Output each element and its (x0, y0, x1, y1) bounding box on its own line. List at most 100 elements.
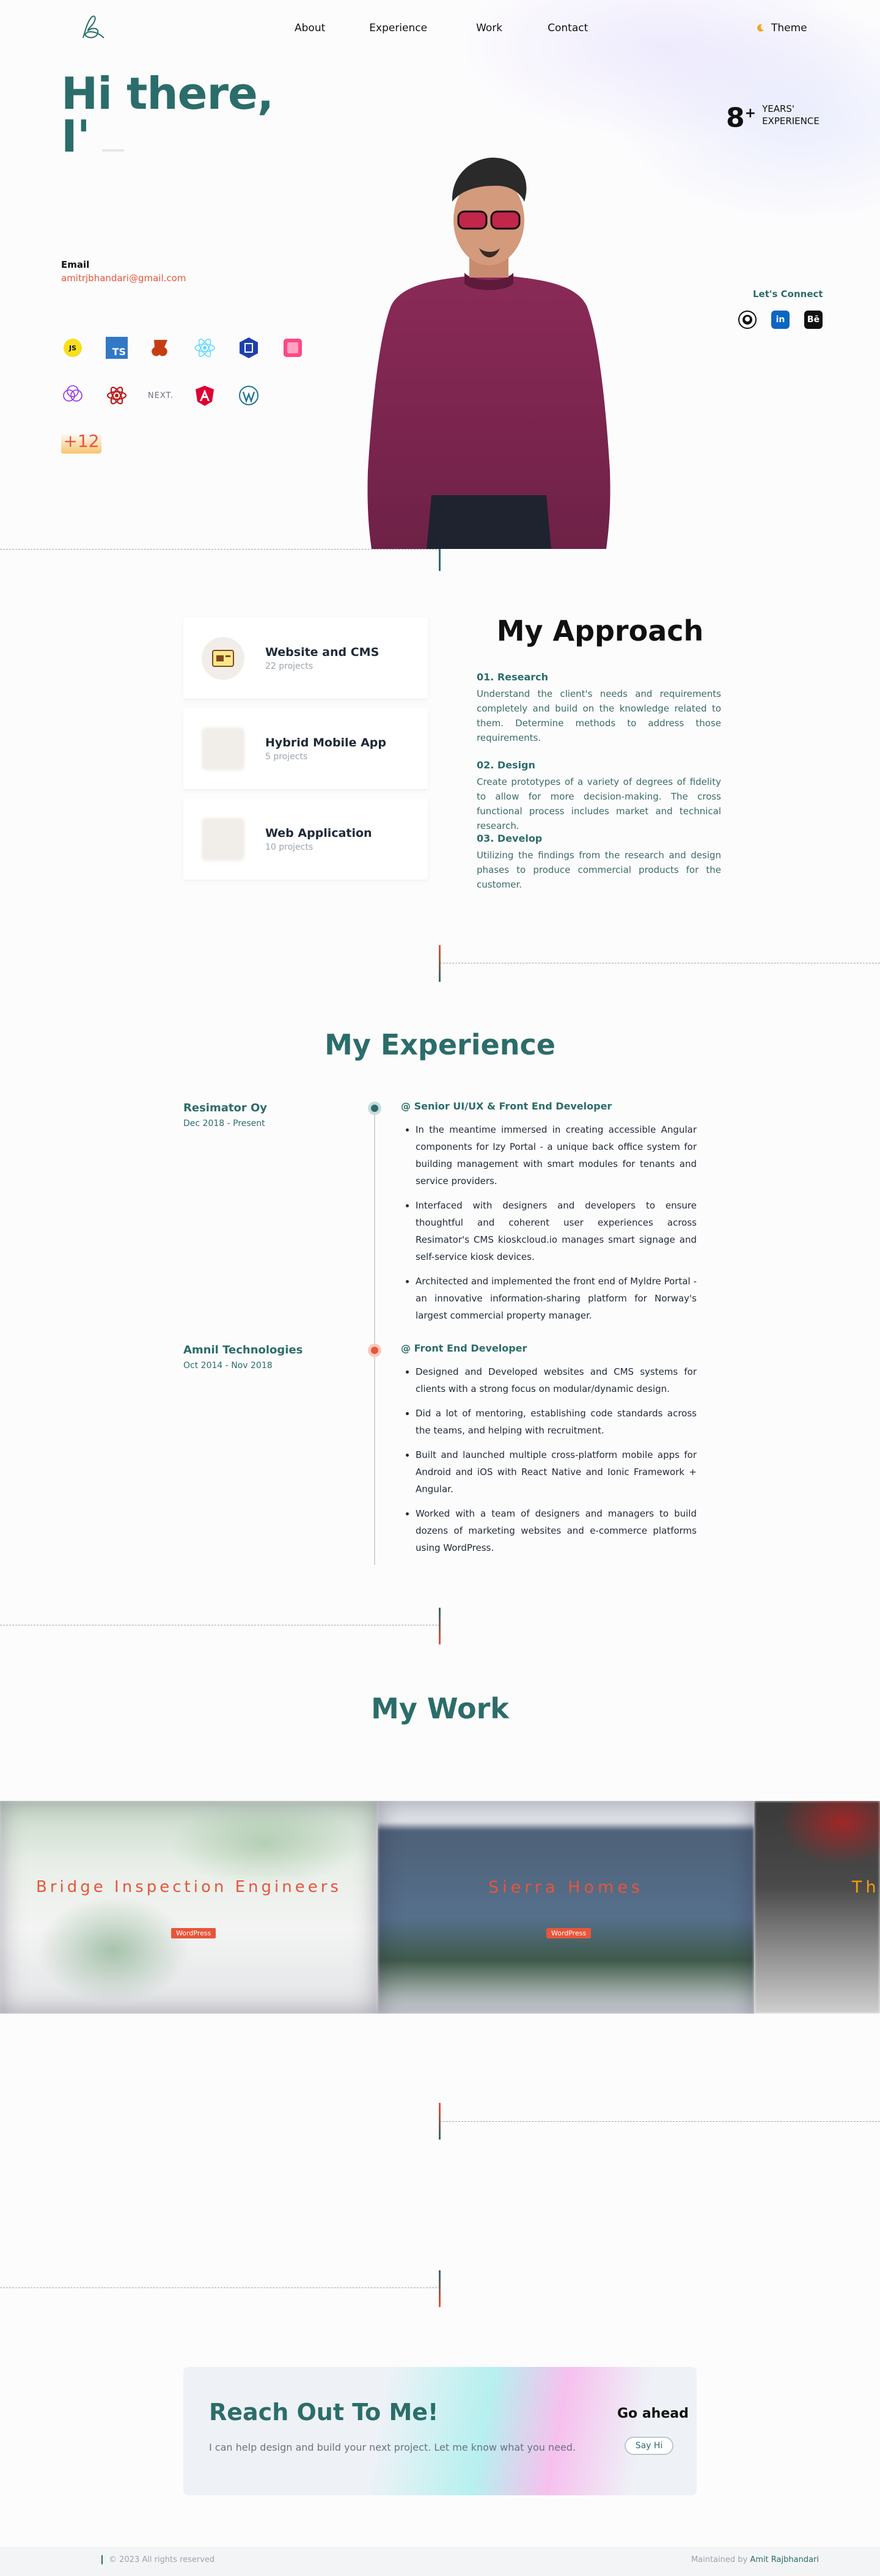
project-name: Th (852, 1878, 880, 1897)
section-divider (440, 2121, 880, 2122)
nav-contact[interactable]: Contact (548, 22, 588, 34)
service-card[interactable]: Web Application 10 projects (183, 798, 428, 880)
redux-icon (106, 386, 127, 405)
more-tech-badge[interactable]: +12 (61, 428, 101, 454)
nav-links: About Experience Work Contact (295, 22, 588, 34)
job-bullet: Did a lot of mentoring, establishing cod… (416, 1405, 697, 1439)
hero-title: Hi there, I' (61, 68, 274, 158)
divider-accent (439, 2103, 441, 2140)
job-bullet: Built and launched multiple cross-platfo… (416, 1446, 697, 1498)
job-role: @ Front End Developer (401, 1342, 527, 1354)
behance-icon[interactable]: Bē (804, 311, 823, 329)
storybook-icon (284, 339, 302, 357)
theme-toggle[interactable]: Theme (755, 22, 807, 34)
divider-accent (439, 1608, 441, 1644)
wordpress-icon (239, 386, 258, 405)
job-bullet: Interfaced with designers and developers… (416, 1197, 697, 1265)
theme-label: Theme (771, 22, 807, 34)
service-count: 10 projects (265, 842, 314, 852)
nav-work[interactable]: Work (476, 22, 502, 34)
service-title: Hybrid Mobile App (265, 735, 386, 749)
mobile-app-icon (202, 727, 244, 770)
author-link[interactable]: Amit Rajbhandari (750, 2555, 819, 2564)
github-icon[interactable] (738, 311, 757, 329)
approach-step: 02. Design Create prototypes of a variety… (477, 759, 721, 833)
angular-icon (196, 386, 214, 406)
web-app-icon (202, 817, 244, 861)
email-link[interactable]: amitrjbhandari@gmail.com (61, 273, 186, 284)
hero-title-line2: I' (61, 114, 273, 158)
company-name: Resimator Oy (183, 1102, 268, 1114)
nav-experience[interactable]: Experience (369, 22, 427, 34)
linkedin-icon[interactable]: in (771, 311, 790, 329)
maintained-by: Maintained by Amit Rajbhandari (691, 2555, 819, 2564)
timeline-line (374, 1106, 375, 1565)
nav-about[interactable]: About (295, 22, 325, 34)
approach-title: My Approach (496, 614, 704, 647)
project-name: Sierra Homes (488, 1878, 644, 1897)
job-bullet: Worked with a team of designers and mana… (416, 1505, 697, 1556)
years-label: YEARS' EXPERIENCE (762, 103, 820, 127)
moon-icon (757, 24, 764, 32)
job-period: Dec 2018 - Present (183, 1119, 265, 1128)
divider-accent (439, 549, 441, 571)
approach-step: 01. Research Understand the client's need… (477, 671, 721, 745)
typescript-icon: TS (105, 336, 128, 359)
jest-icon (152, 340, 167, 356)
job-bullet: Designed and Developed websites and CMS … (416, 1363, 697, 1397)
job-period: Oct 2014 - Nov 2018 (183, 1361, 273, 1371)
step-text: Create prototypes of a variety of degree… (477, 776, 721, 831)
job-bullet: In the meantime immersed in creating acc… (416, 1121, 697, 1190)
lets-connect-label: Let's Connect (753, 289, 823, 300)
project-tag: WordPress (546, 1928, 592, 1938)
logo-icon[interactable] (72, 11, 108, 46)
company-name: Amnil Technologies (183, 1344, 303, 1356)
job-bullets: In the meantime immersed in creating acc… (416, 1121, 697, 1331)
contact-text: I can help design and build your next pr… (209, 2442, 576, 2453)
project-card[interactable]: Bridge Inspection Engineers WordPress (0, 1801, 378, 2014)
project-tag: WordPress (171, 1928, 216, 1938)
work-title: My Work (371, 1692, 509, 1725)
divider-accent (439, 2270, 441, 2307)
go-ahead-label: Go ahead (617, 2406, 689, 2421)
step-text: Understand the client's needs and requir… (477, 688, 721, 743)
service-count: 22 projects (265, 661, 314, 671)
years-experience: 8+ YEARS' EXPERIENCE (726, 100, 820, 132)
contact-card: Reach Out To Me! I can help design and b… (183, 2367, 697, 2495)
hero-divider (0, 549, 440, 550)
service-card[interactable]: Hybrid Mobile App 5 projects (183, 708, 428, 790)
hero-title-line1: Hi there, (61, 68, 274, 119)
project-card[interactable]: Sierra Homes WordPress (378, 1801, 754, 2014)
graphql-icon (63, 385, 82, 402)
section-divider (0, 2287, 440, 2288)
step-title: 02. Design (477, 759, 535, 771)
service-title: Website and CMS (265, 645, 380, 659)
footer: © 2023 All rights reserved Maintained by… (0, 2547, 880, 2576)
website-cms-icon (202, 636, 244, 680)
service-card[interactable]: Website and CMS 22 projects (183, 617, 428, 699)
step-text: Utilizing the findings from the research… (477, 850, 721, 890)
divider-accent (439, 945, 441, 982)
experience-title: My Experience (324, 1028, 556, 1061)
redux-saga-icon (240, 337, 258, 358)
job-bullet: Architected and implemented the front en… (416, 1273, 697, 1324)
approach-step: 03. Develop Utilizing the findings from t… (477, 833, 721, 892)
service-title: Web Application (265, 826, 372, 840)
step-title: 03. Develop (477, 833, 543, 844)
javascript-icon: JS (61, 336, 84, 359)
copyright: © 2023 All rights reserved (101, 2555, 215, 2564)
project-name: Bridge Inspection Engineers (36, 1878, 342, 1896)
nextjs-icon: NEXT. (147, 391, 174, 400)
service-count: 5 projects (265, 751, 308, 762)
react-icon (194, 339, 215, 357)
step-title: 01. Research (477, 671, 549, 683)
job-role: @ Senior UI/UX & Front End Developer (401, 1100, 612, 1112)
say-hi-button[interactable]: Say Hi (625, 2437, 673, 2455)
project-card[interactable]: Th (754, 1801, 880, 2014)
timeline-dot (368, 1102, 381, 1115)
typing-cursor (101, 149, 124, 152)
job-bullets: Designed and Developed websites and CMS … (416, 1363, 697, 1564)
social-links: in Bē (738, 311, 823, 329)
profile-photo (367, 157, 610, 549)
top-nav: About Experience Work Contact Theme (0, 0, 880, 59)
